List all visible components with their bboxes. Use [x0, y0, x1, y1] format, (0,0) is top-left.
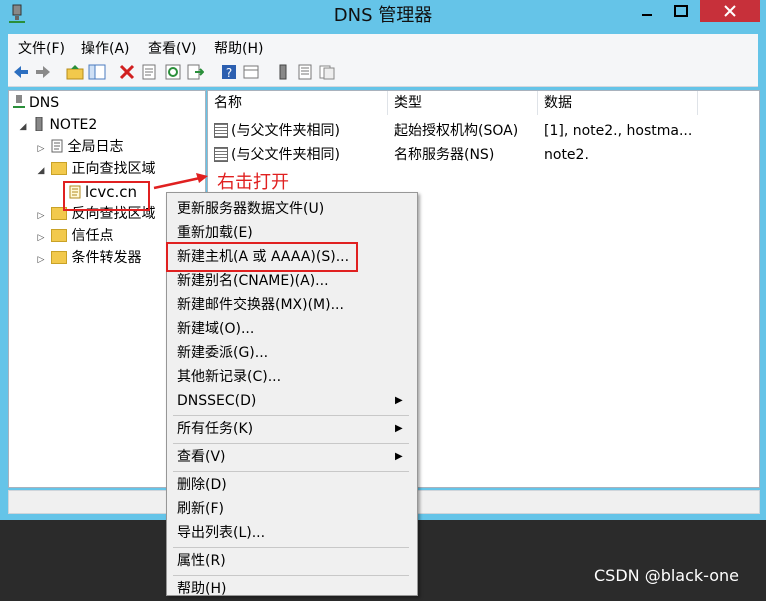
- menu-separator: [173, 471, 409, 472]
- submenu-arrow-icon: ▶: [395, 395, 403, 406]
- menu-item-update-data-file[interactable]: 更新服务器数据文件(U): [177, 197, 324, 221]
- record-icon[interactable]: [318, 63, 336, 81]
- view-icon[interactable]: [242, 63, 260, 81]
- menu-item-dnssec[interactable]: DNSSEC(D): [177, 389, 256, 413]
- folder-icon: [51, 250, 68, 264]
- expand-icon[interactable]: ▷: [35, 249, 47, 271]
- row-data: [1], note2., hostma...: [544, 123, 693, 139]
- menu-separator: [173, 575, 409, 576]
- menu-item-help[interactable]: 帮助(H): [177, 577, 226, 601]
- server-icon[interactable]: [274, 63, 292, 81]
- list-icon[interactable]: [296, 63, 314, 81]
- menu-item-properties[interactable]: 属性(R): [177, 549, 226, 573]
- column-header-type[interactable]: 类型: [388, 91, 538, 115]
- menu-item-view[interactable]: 查看(V): [177, 445, 226, 469]
- menu-item-new-alias[interactable]: 新建别名(CNAME)(A)...: [177, 269, 329, 293]
- row-name-cell: (与父文件夹相同): [214, 119, 340, 143]
- tree-label-global-log: 全局日志: [67, 139, 124, 155]
- record-icon: [214, 146, 228, 162]
- menu-item-new-delegation[interactable]: 新建委派(G)...: [177, 341, 268, 365]
- menu-bar: 文件(F) 操作(A) 查看(V) 帮助(H): [8, 34, 758, 58]
- row-name: (与父文件夹相同): [231, 123, 340, 139]
- log-icon: [51, 139, 63, 153]
- maximize-icon: [674, 5, 688, 17]
- tree-item-conditional-forwarders[interactable]: ▷ 条件转发器: [35, 247, 142, 271]
- menu-item-export-list[interactable]: 导出列表(L)...: [177, 521, 265, 545]
- refresh-icon[interactable]: [164, 63, 182, 81]
- show-tree-icon[interactable]: [88, 63, 106, 81]
- expand-icon[interactable]: ▷: [35, 205, 47, 227]
- menu-separator: [173, 443, 409, 444]
- table-row[interactable]: (与父文件夹相同) 名称服务器(NS) note2.: [208, 143, 759, 167]
- tree-label-trust-points: 信任点: [71, 228, 114, 244]
- menu-item-refresh[interactable]: 刷新(F): [177, 497, 224, 521]
- folder-icon: [51, 161, 68, 175]
- collapse-icon[interactable]: ◢: [35, 160, 47, 182]
- tree-item-dns[interactable]: DNS: [13, 92, 59, 114]
- delete-icon[interactable]: [118, 63, 136, 81]
- properties-icon[interactable]: [140, 63, 158, 81]
- record-icon: [214, 122, 228, 138]
- column-header-name[interactable]: 名称: [208, 91, 388, 115]
- submenu-arrow-icon: ▶: [395, 423, 403, 434]
- tree-label-forward-zone: 正向查找区域: [71, 161, 156, 177]
- row-name-cell: (与父文件夹相同): [214, 143, 340, 167]
- export-icon[interactable]: [186, 63, 204, 81]
- forward-icon[interactable]: [34, 63, 52, 81]
- tree-label-conditional-forwarders: 条件转发器: [71, 250, 142, 266]
- menu-item-delete[interactable]: 删除(D): [177, 473, 227, 497]
- maximize-button[interactable]: [664, 0, 698, 22]
- folder-icon: [51, 228, 68, 242]
- collapse-icon[interactable]: ◢: [17, 116, 29, 138]
- dns-icon: [13, 95, 25, 108]
- help-icon[interactable]: ?: [220, 63, 238, 81]
- row-data: note2.: [544, 147, 589, 163]
- toolbar: ?: [8, 58, 758, 87]
- minimize-icon: [642, 14, 652, 16]
- annotation-arrow-icon: [153, 173, 208, 190]
- tree-item-forward-zone[interactable]: ◢ 正向查找区域: [35, 158, 156, 182]
- back-icon[interactable]: [12, 63, 30, 81]
- menu-view[interactable]: 查看(V): [148, 38, 197, 58]
- menu-item-all-tasks[interactable]: 所有任务(K): [177, 417, 253, 441]
- menu-action[interactable]: 操作(A): [81, 38, 130, 58]
- menu-item-new-domain[interactable]: 新建域(O)...: [177, 317, 254, 341]
- submenu-arrow-icon: ▶: [395, 451, 403, 462]
- title-bar[interactable]: DNS 管理器: [0, 0, 766, 32]
- menu-item-other-records[interactable]: 其他新记录(C)...: [177, 365, 281, 389]
- menu-file[interactable]: 文件(F): [18, 38, 65, 58]
- expand-icon[interactable]: ▷: [35, 227, 47, 249]
- menu-help[interactable]: 帮助(H): [214, 38, 263, 58]
- highlight-box-zone: [63, 181, 150, 211]
- tree-item-trust-points[interactable]: ▷ 信任点: [35, 225, 114, 249]
- tree-label-server: NOTE2: [49, 117, 98, 133]
- up-folder-icon[interactable]: [66, 63, 84, 81]
- menu-item-new-mx[interactable]: 新建邮件交换器(MX)(M)...: [177, 293, 344, 317]
- tree-item-server[interactable]: ◢ NOTE2: [17, 114, 97, 136]
- tree-item-global-log[interactable]: ▷ 全局日志: [35, 136, 124, 160]
- row-type: 起始授权机构(SOA): [394, 123, 519, 139]
- tree-label-dns: DNS: [29, 95, 60, 111]
- row-type: 名称服务器(NS): [394, 147, 495, 163]
- menu-separator: [173, 415, 409, 416]
- server-icon: [35, 117, 43, 131]
- column-header-data[interactable]: 数据: [538, 91, 698, 115]
- highlight-box-new-host: [166, 242, 358, 272]
- annotation-text: 右击打开: [217, 172, 289, 193]
- row-name: (与父文件夹相同): [231, 147, 340, 163]
- expand-icon[interactable]: ▷: [35, 138, 47, 160]
- watermark: CSDN @black-one: [594, 566, 740, 585]
- minimize-button[interactable]: [632, 0, 662, 22]
- menu-separator: [173, 547, 409, 548]
- svg-text:?: ?: [226, 66, 232, 80]
- table-row[interactable]: (与父文件夹相同) 起始授权机构(SOA) [1], note2., hostm…: [208, 119, 759, 143]
- close-icon: [724, 5, 736, 17]
- close-button[interactable]: [700, 0, 760, 22]
